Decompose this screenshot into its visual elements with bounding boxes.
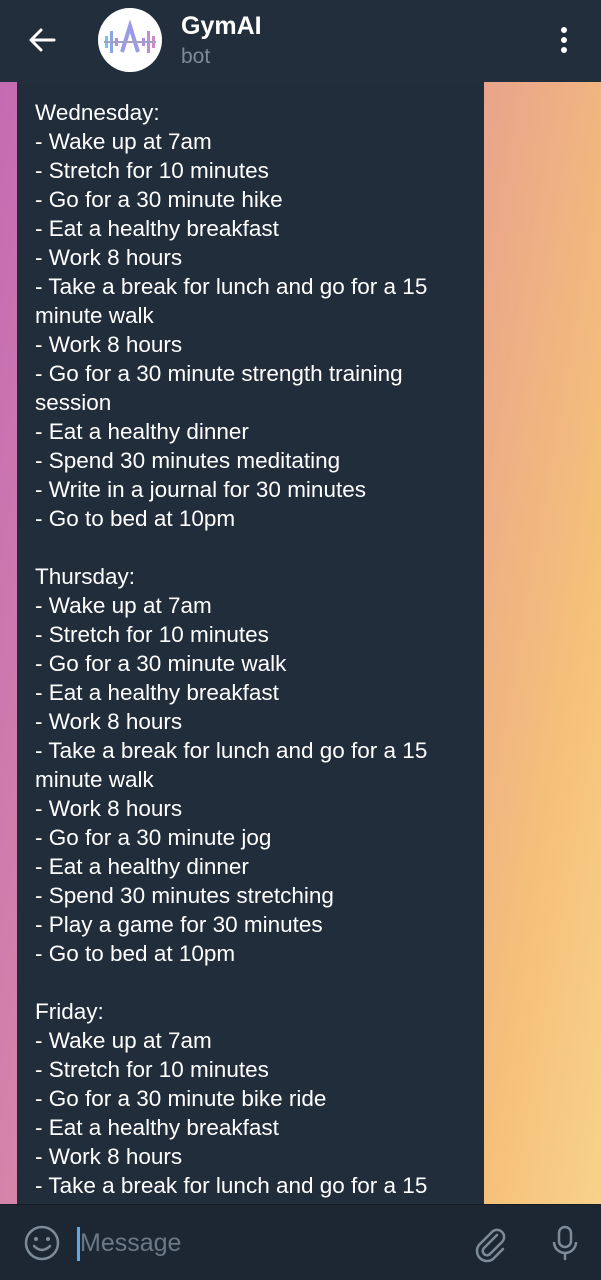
attach-icon [475,1228,506,1263]
message-input[interactable] [80,1223,460,1263]
list-item: - Stretch for 10 minutes [35,622,269,647]
list-item: - Eat a healthy breakfast [35,680,279,705]
list-item: - Go for a 30 minute strength training s… [35,361,403,415]
list-item: - Go for a 30 minute jog [35,825,272,850]
message-input-bar [0,1204,601,1280]
list-item: - Take a break for lunch and go for a 15… [35,1173,428,1204]
gymai-logo-icon [104,20,156,53]
list-item: - Spend 30 minutes stretching [35,883,334,908]
list-item: - Wake up at 7am [35,593,212,618]
microphone-icon [552,1225,578,1261]
list-item: - Wake up at 7am [35,1028,212,1053]
list-item: - Write in a journal for 30 minutes [35,477,366,502]
list-item: - Spend 30 minutes meditating [35,448,341,473]
more-vertical-icon [561,27,567,53]
chat-subtitle: bot [181,45,211,68]
emoji-icon [24,1225,60,1261]
back-arrow-icon [29,28,56,52]
day-block-thursday: Thursday: - Wake up at 7am - Stretch for… [35,562,466,968]
list-item: - Eat a healthy dinner [35,419,249,444]
more-options-button[interactable] [548,22,580,58]
list-item: - Eat a healthy breakfast [35,216,279,241]
list-item: - Go to bed at 10pm [35,941,236,966]
microphone-button[interactable] [545,1223,585,1263]
list-item: - Work 8 hours [35,245,183,270]
list-item: - Take a break for lunch and go for a 15… [35,738,428,792]
list-item: - Work 8 hours [35,332,183,357]
list-item: - Wake up at 7am [35,129,212,154]
list-item: - Work 8 hours [35,1144,183,1169]
back-button[interactable] [24,22,60,58]
emoji-button[interactable] [22,1223,62,1263]
list-item: - Go for a 30 minute walk [35,651,287,676]
bot-avatar[interactable] [98,8,162,72]
day-block-wednesday: Wednesday: - Wake up at 7am - Stretch fo… [35,98,466,533]
list-item: - Stretch for 10 minutes [35,158,269,183]
chat-header: GymAI bot [0,0,601,82]
list-item: - Go for a 30 minute bike ride [35,1086,327,1111]
list-item: - Take a break for lunch and go for a 15… [35,274,428,328]
list-item: - Go for a 30 minute hike [35,187,283,212]
day-heading: Wednesday: [35,100,160,125]
list-item: - Play a game for 30 minutes [35,912,323,937]
day-heading: Friday: [35,999,104,1024]
list-item: - Go to bed at 10pm [35,506,236,531]
attach-button[interactable] [470,1223,510,1263]
list-item: - Stretch for 10 minutes [35,1057,269,1082]
list-item: - Work 8 hours [35,709,183,734]
day-block-friday: Friday: - Wake up at 7am - Stretch for 1… [35,997,466,1204]
list-item: - Eat a healthy dinner [35,854,249,879]
message-bubble[interactable]: Wednesday: - Wake up at 7am - Stretch fo… [17,82,484,1204]
list-item: - Eat a healthy breakfast [35,1115,279,1140]
chat-title[interactable]: GymAI [181,12,262,41]
list-item: - Work 8 hours [35,796,183,821]
day-heading: Thursday: [35,564,136,589]
